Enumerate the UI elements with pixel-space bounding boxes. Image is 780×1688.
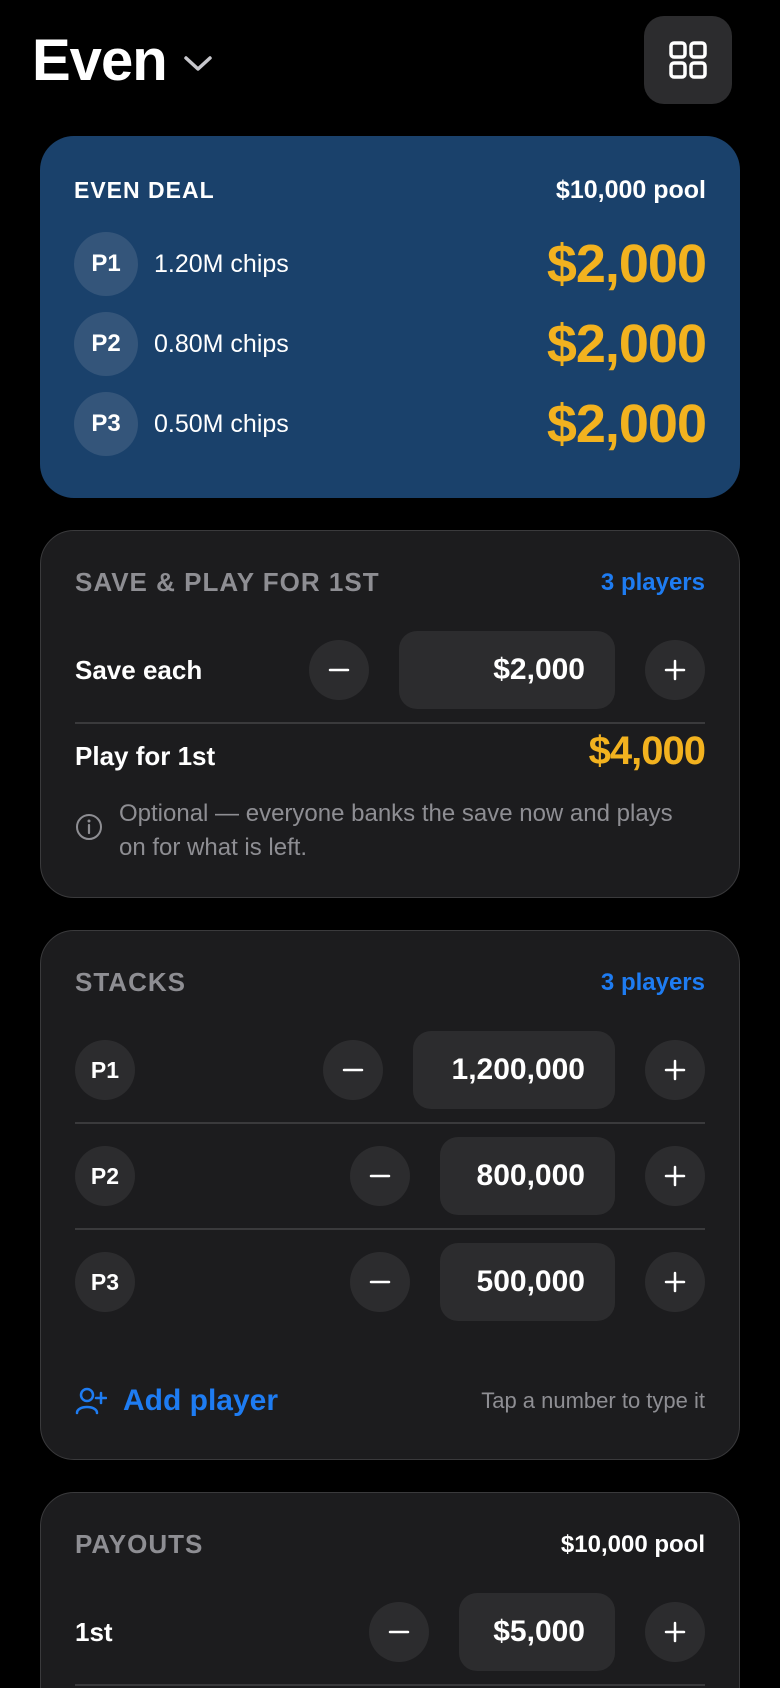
minus-icon [388, 1630, 410, 1634]
player-avatar: P2 [74, 312, 138, 376]
even-deal-card: EVEN DEAL $10,000 pool P1 1.20M chips $2… [40, 136, 740, 498]
plus-icon [664, 1271, 686, 1293]
play-for-first-amount: $4,000 [588, 729, 706, 773]
deal-row: P1 1.20M chips $2,000 [74, 232, 707, 296]
info-row: Optional — everyone banks the save now a… [75, 797, 705, 865]
plus-icon [664, 1621, 686, 1643]
decrement-button[interactable] [350, 1146, 410, 1206]
deal-row: P2 0.80M chips $2,000 [74, 312, 707, 376]
app-title: Even [32, 28, 168, 93]
deal-chips: 0.80M chips [154, 329, 289, 358]
deal-amount: $2,000 [546, 394, 707, 454]
plus-icon [664, 1059, 686, 1081]
decrement-button[interactable] [309, 640, 369, 700]
stack-input[interactable]: 800,000 [440, 1137, 615, 1215]
minus-icon [328, 668, 350, 672]
stack-row: P1 1,200,000 [75, 1031, 705, 1109]
divider [75, 1228, 705, 1230]
add-user-icon [75, 1387, 107, 1415]
info-icon [76, 814, 102, 840]
deal-chips: 0.50M chips [154, 409, 289, 438]
decrement-button[interactable] [369, 1602, 429, 1662]
section-title: STACKS [75, 967, 186, 997]
stack-row: P2 800,000 [75, 1137, 705, 1215]
player-avatar: P2 [75, 1146, 135, 1206]
player-avatar: P1 [75, 1040, 135, 1100]
players-count-link[interactable]: 3 players [601, 969, 705, 997]
deal-card-header: EVEN DEAL $10,000 pool [74, 176, 706, 205]
decrement-button[interactable] [350, 1252, 410, 1312]
plus-icon [664, 1165, 686, 1187]
increment-button[interactable] [645, 1252, 705, 1312]
section-title: SAVE & PLAY FOR 1ST [75, 567, 380, 597]
player-avatar: P3 [74, 392, 138, 456]
players-count-link[interactable]: 3 players [601, 569, 705, 597]
decrement-button[interactable] [323, 1040, 383, 1100]
hint-text: Tap a number to type it [481, 1388, 705, 1413]
play-for-first-label: Play for 1st [75, 741, 216, 771]
minus-icon [369, 1174, 391, 1178]
save-each-label: Save each [75, 654, 203, 685]
player-avatar: P1 [74, 232, 138, 296]
grid-menu-button[interactable] [644, 16, 732, 104]
payouts-card: PAYOUTS $10,000 pool 1st $5,000 [40, 1492, 740, 1688]
save-play-card: SAVE & PLAY FOR 1ST 3 players Save each … [40, 530, 740, 898]
divider [75, 1122, 705, 1124]
stacks-card-header: STACKS 3 players [75, 967, 705, 998]
stacks-card: STACKS 3 players P1 1,200,000 P2 800,000 [40, 930, 740, 1460]
increment-button[interactable] [645, 1602, 705, 1662]
increment-button[interactable] [645, 640, 705, 700]
add-player-row: Add player Tap a number to type it [75, 1371, 705, 1431]
deal-amount: $2,000 [546, 314, 707, 374]
plus-icon [664, 659, 686, 681]
add-player-label: Add player [123, 1384, 279, 1417]
payouts-card-header: PAYOUTS $10,000 pool [75, 1529, 705, 1560]
payouts-pool: $10,000 pool [560, 1530, 705, 1558]
add-player-button[interactable]: Add player [75, 1384, 278, 1418]
minus-icon [369, 1280, 391, 1284]
minus-icon [342, 1068, 364, 1072]
stack-row: P3 500,000 [75, 1243, 705, 1321]
save-card-header: SAVE & PLAY FOR 1ST 3 players [75, 567, 705, 598]
deal-row: P3 0.50M chips $2,000 [74, 392, 707, 456]
divider [75, 722, 705, 724]
deal-pool: $10,000 pool [555, 176, 706, 204]
title-dropdown[interactable]: Even [32, 28, 213, 94]
divider [75, 1684, 705, 1686]
info-text: Optional — everyone banks the save now a… [119, 800, 673, 861]
section-title: PAYOUTS [75, 1529, 204, 1559]
deal-label: EVEN DEAL [74, 177, 215, 203]
save-each-input[interactable]: $2,000 [399, 631, 615, 709]
payout-input[interactable]: $5,000 [459, 1593, 615, 1671]
app-header: Even [0, 0, 780, 120]
player-avatar: P3 [75, 1252, 135, 1312]
stack-input[interactable]: 500,000 [440, 1243, 615, 1321]
deal-amount: $2,000 [546, 234, 707, 294]
chevron-down-icon [183, 56, 212, 71]
grid-icon [669, 41, 707, 79]
deal-chips: 1.20M chips [154, 249, 289, 278]
increment-button[interactable] [645, 1146, 705, 1206]
payout-place: 1st [75, 1616, 113, 1647]
increment-button[interactable] [645, 1040, 705, 1100]
payout-row: 1st $5,000 [75, 1593, 705, 1671]
stack-input[interactable]: 1,200,000 [413, 1031, 615, 1109]
save-each-row: Save each $2,000 [75, 631, 705, 709]
